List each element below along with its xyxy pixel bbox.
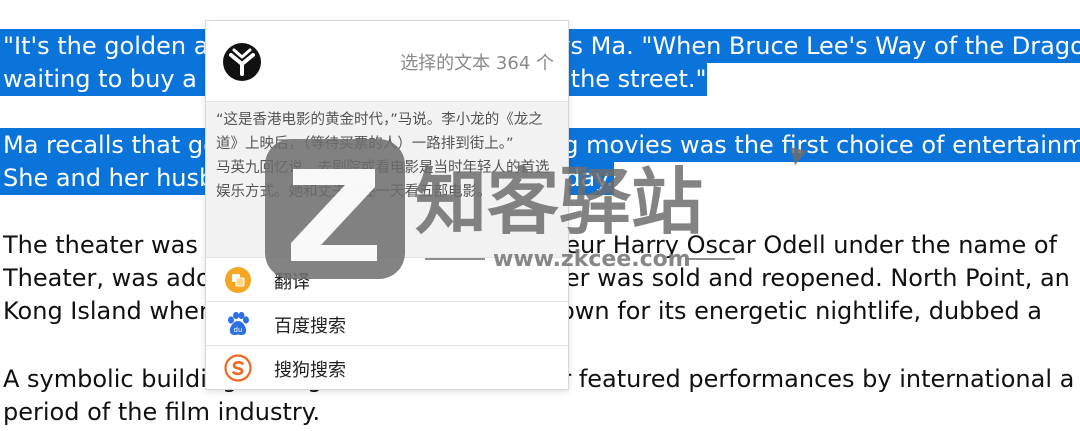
selected-count-label: 选择的文本 364 个 [400, 53, 554, 74]
svg-text:du: du [234, 326, 243, 334]
menu-item-label: 搜狗搜索 [274, 360, 346, 381]
menu-item-baidu-search[interactable]: du 百度搜索 [206, 301, 568, 346]
menu-item-label: 翻译 [274, 272, 310, 293]
selection-popup: 选择的文本 364 个 “这是香港电影的黄金时代，”马说。李小龙的《龙之道》上映… [205, 20, 569, 390]
popup-header: 选择的文本 364 个 [206, 21, 568, 101]
app-logo-icon [223, 43, 261, 81]
menu-item-translate[interactable]: 翻译 [206, 257, 568, 302]
page: "It's the golden age of Hong Kong cinema… [0, 0, 1080, 431]
article-line: period of the film industry. [3, 398, 321, 426]
translate-icon [225, 267, 251, 293]
selection-preview: “这是香港电影的黄金时代，”马说。李小龙的《龙之道》上映后，（等待买票的人）一路… [206, 101, 568, 258]
preview-text: “这是香港电影的黄金时代，”马说。李小龙的《龙之道》上映后，（等待买票的人）一路… [216, 112, 550, 200]
sogou-icon [224, 354, 252, 382]
menu-item-label: 百度搜索 [274, 316, 346, 337]
menu-item-sogou-search[interactable]: 搜狗搜索 [206, 345, 568, 390]
baidu-icon: du [228, 311, 249, 335]
